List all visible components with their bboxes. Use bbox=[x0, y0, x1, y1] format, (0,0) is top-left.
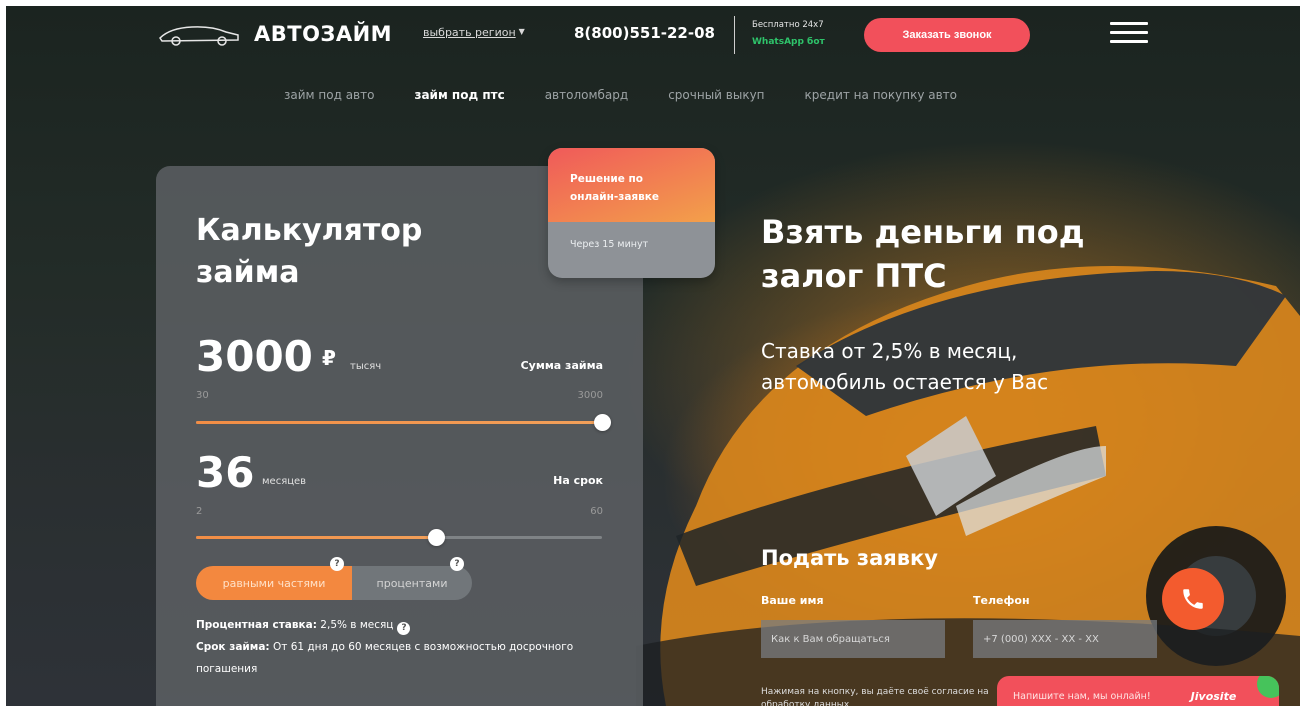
region-select-link[interactable]: выбрать регион ▼ bbox=[423, 26, 525, 39]
application-title: Подать заявку bbox=[761, 546, 938, 570]
rate-value: 2,5% в месяц bbox=[320, 619, 394, 631]
car-logo-icon bbox=[159, 26, 239, 46]
badge-title: Решение по онлайн-заявке bbox=[570, 173, 660, 203]
help-icon[interactable]: ? bbox=[330, 557, 344, 571]
term-info: Срок займа: От 61 дня до 60 месяцев с во… bbox=[196, 636, 596, 680]
amount-label: Сумма займа bbox=[520, 359, 603, 372]
name-label: Ваше имя bbox=[761, 594, 824, 607]
logo-text: АВТОЗАЙМ bbox=[254, 22, 393, 46]
nav-item-pts-loan[interactable]: займ под птс bbox=[414, 88, 504, 102]
nav-item-car-credit[interactable]: кредит на покупку авто bbox=[805, 88, 957, 102]
nav-item-pawnshop[interactable]: автоломбард bbox=[545, 88, 629, 102]
payment-type-toggle: равными частями ? процентами ? bbox=[196, 557, 472, 600]
hero-title: Взять деньги под залог ПТС bbox=[761, 213, 1085, 295]
online-status-icon bbox=[1257, 676, 1279, 698]
term-slider[interactable] bbox=[196, 529, 602, 546]
consent-notice: Нажимая на кнопку, вы даёте своё согласи… bbox=[761, 687, 989, 706]
chat-widget[interactable]: Напишите нам, мы онлайн! Jivosite bbox=[997, 676, 1279, 706]
logo[interactable]: АВТОЗАЙМ bbox=[156, 20, 392, 48]
rouble-icon: ₽ bbox=[322, 346, 336, 370]
phone-label: Телефон bbox=[973, 594, 1030, 607]
free-24x7-text: Бесплатно 24x7 bbox=[752, 20, 824, 30]
term-min: 2 bbox=[196, 506, 203, 517]
phone-input[interactable]: +7 (000) XXX - XX - XX bbox=[973, 620, 1157, 658]
menu-hamburger-icon[interactable] bbox=[1110, 22, 1148, 48]
hero-subtitle: Ставка от 2,5% в месяц, автомобиль остае… bbox=[761, 339, 1049, 394]
term-max: 60 bbox=[590, 506, 603, 517]
order-call-button[interactable]: Заказать звонок bbox=[864, 18, 1030, 52]
header-divider bbox=[734, 16, 735, 54]
whatsapp-bot-link[interactable]: WhatsApp бот bbox=[752, 37, 825, 47]
interest-label: процентами bbox=[376, 576, 448, 590]
term-info-label: Срок займа: bbox=[196, 641, 270, 653]
call-fab-button[interactable] bbox=[1162, 568, 1224, 630]
amount-max: 3000 bbox=[577, 390, 603, 401]
main-nav: займ под авто займ под птс автоломбард с… bbox=[284, 88, 997, 102]
term-label: На срок bbox=[553, 474, 603, 487]
equal-parts-option[interactable]: равными частями ? bbox=[196, 557, 352, 600]
caret-down-icon: ▼ bbox=[518, 27, 525, 36]
amount-value: 3000 bbox=[196, 332, 313, 381]
rate-info: Процентная ставка: 2,5% в месяц? bbox=[196, 614, 596, 636]
equal-parts-label: равными частями bbox=[222, 576, 326, 590]
amount-slider[interactable] bbox=[196, 414, 611, 431]
amount-min: 30 bbox=[196, 390, 209, 401]
nav-item-quick-buyout[interactable]: срочный выкуп bbox=[668, 88, 764, 102]
decision-badge: Решение по онлайн-заявке Через 15 минут bbox=[548, 148, 715, 278]
amount-unit: тысяч bbox=[350, 361, 382, 372]
term-slider-fill bbox=[196, 536, 436, 539]
badge-subtitle: Через 15 минут bbox=[570, 239, 649, 250]
name-input[interactable]: Как к Вам обращаться bbox=[761, 620, 945, 658]
help-icon[interactable]: ? bbox=[450, 557, 464, 571]
page-frame: АВТОЗАЙМ выбрать регион ▼ 8(800)551-22-08… bbox=[6, 6, 1300, 706]
amount-slider-fill bbox=[196, 421, 602, 424]
chat-brand: Jivosite bbox=[1190, 689, 1237, 703]
amount-slider-handle[interactable] bbox=[594, 414, 611, 431]
chat-text: Напишите нам, мы онлайн! bbox=[1013, 690, 1151, 702]
interest-option[interactable]: процентами ? bbox=[352, 557, 472, 600]
term-unit: месяцев bbox=[262, 476, 307, 487]
header-phone[interactable]: 8(800)551-22-08 bbox=[574, 24, 715, 42]
help-icon[interactable]: ? bbox=[397, 621, 411, 635]
header: АВТОЗАЙМ выбрать регион ▼ 8(800)551-22-08… bbox=[6, 6, 1300, 70]
region-label: выбрать регион bbox=[423, 26, 516, 39]
phone-icon bbox=[1183, 589, 1203, 609]
calculator-title: Калькулятор займа bbox=[196, 213, 423, 290]
nav-item-auto-loan[interactable]: займ под авто bbox=[284, 88, 374, 102]
term-slider-handle[interactable] bbox=[427, 529, 445, 546]
term-value: 36 bbox=[196, 448, 255, 497]
rate-label: Процентная ставка: bbox=[196, 619, 317, 631]
